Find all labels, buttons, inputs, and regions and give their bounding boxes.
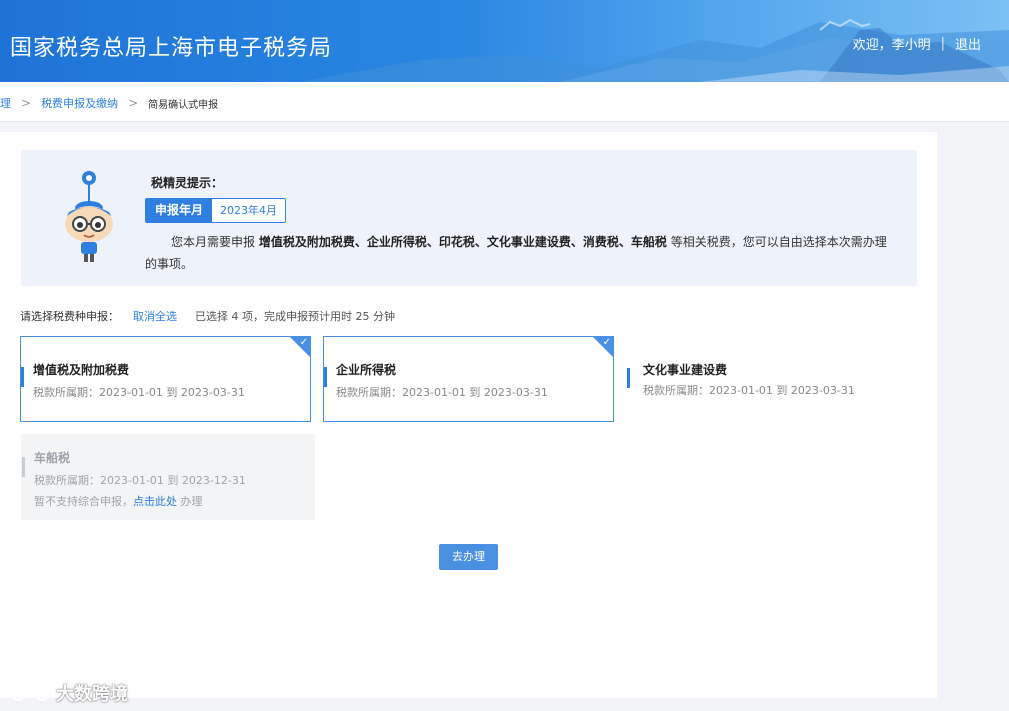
selection-info: 已选择 4 项，完成申报预计用时 25 分钟 bbox=[195, 310, 395, 323]
tax-card-name: 企业所得税 bbox=[336, 363, 397, 377]
site-title: 国家税务总局上海市电子税务局 bbox=[10, 36, 333, 61]
breadcrumb: 理 > 税费申报及缴纳 > 简易确认式申报 bbox=[0, 95, 218, 111]
tax-card-corporate-income[interactable]: 企业所得税 税款所属期：2023-01-01 到 2023-03-31 ✓ bbox=[323, 336, 614, 422]
cancel-select-all-link[interactable]: 取消全选 bbox=[133, 308, 177, 324]
tax-card-note: 暂不支持综合申报，点击此处 办理 bbox=[34, 493, 203, 509]
tax-card-period: 税款所属期：2023-01-01 到 2023-03-31 bbox=[643, 384, 855, 397]
period-value: 2023年4月 bbox=[212, 199, 286, 222]
tax-card-period: 税款所属期：2023-01-01 到 2023-03-31 bbox=[336, 386, 548, 399]
note-suffix: 办理 bbox=[177, 495, 203, 508]
selection-label: 请选择税费种申报： bbox=[20, 310, 119, 323]
breadcrumb-current: 简易确认式申报 bbox=[148, 99, 219, 111]
tax-card-name: 文化事业建设费 bbox=[643, 363, 728, 377]
card-accent-bar bbox=[324, 367, 327, 387]
declaration-period: 申报年月 2023年4月 bbox=[145, 198, 287, 223]
watermark: 大数跨境 bbox=[10, 680, 128, 706]
assistant-tip-box: 税精灵提示： 申报年月 2023年4月 您本月需要申报 增值税及附加税费、企业所… bbox=[21, 150, 917, 286]
tax-card-period: 税款所属期：2023-01-01 到 2023-03-31 bbox=[33, 386, 245, 399]
go-handle-button[interactable]: 去办理 bbox=[439, 544, 498, 570]
tip-title: 税精灵提示： bbox=[151, 176, 224, 190]
card-accent-bar bbox=[22, 457, 25, 477]
tax-card-cultural-fee[interactable]: 文化事业建设费 税款所属期：2023-01-01 到 2023-03-31 bbox=[626, 336, 917, 422]
checkmark-icon: ✓ bbox=[602, 337, 611, 348]
click-here-link[interactable]: 点击此处 bbox=[133, 495, 177, 508]
breadcrumb-partial-link[interactable]: 理 bbox=[0, 95, 11, 111]
breadcrumb-bar: 理 > 税费申报及缴纳 > 简易确认式申报 bbox=[0, 82, 1009, 122]
user-area: 欢迎，李小明 | 退出 bbox=[853, 34, 981, 53]
card-accent-bar bbox=[21, 367, 24, 387]
tip-text-prefix: 您本月需要申报 bbox=[171, 235, 256, 249]
tax-card-period: 税款所属期：2023-01-01 到 2023-12-31 bbox=[34, 474, 246, 487]
tax-card-name: 车船税 bbox=[34, 451, 71, 465]
header-divider: | bbox=[940, 36, 945, 51]
tip-taxes: 增值税及附加税费、企业所得税、印花税、文化事业建设费、消费税、车船税 bbox=[258, 235, 667, 249]
chevron-right-icon: > bbox=[128, 96, 139, 110]
tax-card-name: 增值税及附加税费 bbox=[33, 363, 130, 377]
top-banner: 国家税务总局上海市电子税务局 欢迎，李小明 | 退出 bbox=[0, 0, 1009, 82]
tax-card-vehicle-vessel: 车船税 税款所属期：2023-01-01 到 2023-12-31 暂不支持综合… bbox=[21, 434, 315, 520]
tax-card-vat[interactable]: 增值税及附加税费 税款所属期：2023-01-01 到 2023-03-31 ✓ bbox=[20, 336, 311, 422]
breadcrumb-tax-declaration-link[interactable]: 税费申报及缴纳 bbox=[41, 95, 118, 111]
card-accent-bar bbox=[627, 368, 630, 388]
tip-message: 您本月需要申报 增值税及附加税费、企业所得税、印花税、文化事业建设费、消费税、车… bbox=[145, 231, 897, 275]
watermark-text: 大数跨境 bbox=[56, 684, 128, 705]
note-prefix: 暂不支持综合申报， bbox=[34, 495, 133, 508]
main-panel: 税精灵提示： 申报年月 2023年4月 您本月需要申报 增值税及附加税费、企业所… bbox=[0, 132, 937, 698]
mascot-icon bbox=[65, 171, 113, 262]
watermark-logo-icon bbox=[10, 683, 50, 702]
selection-row: 请选择税费种申报： 取消全选 已选择 4 项，完成申报预计用时 25 分钟 bbox=[20, 308, 395, 324]
welcome-user-link[interactable]: 欢迎，李小明 bbox=[853, 34, 931, 53]
chevron-right-icon: > bbox=[21, 96, 32, 110]
logout-link[interactable]: 退出 bbox=[955, 34, 981, 53]
period-label: 申报年月 bbox=[146, 199, 213, 222]
checkmark-icon: ✓ bbox=[299, 337, 308, 348]
